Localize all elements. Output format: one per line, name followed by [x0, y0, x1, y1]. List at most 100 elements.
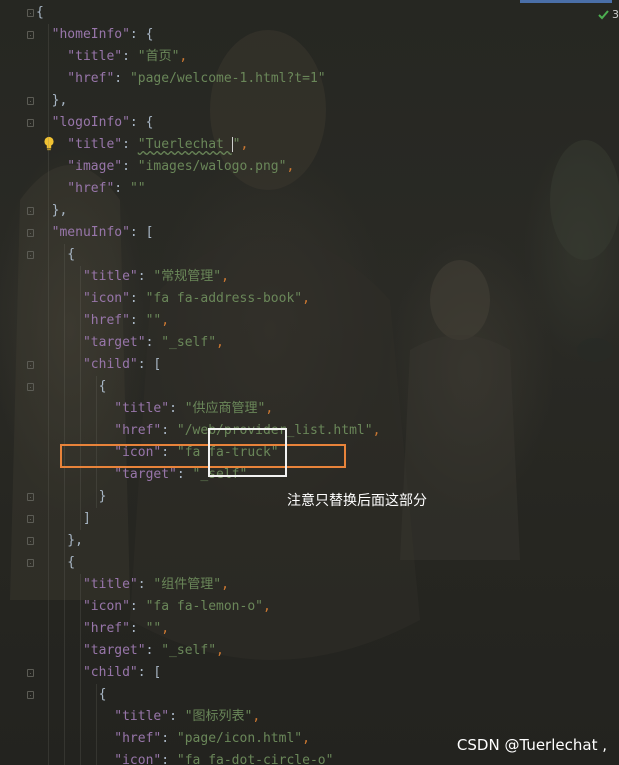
fold-marker-icon[interactable] [27, 361, 34, 369]
code-editor[interactable]: { "homeInfo": { "title": "首页", "href": "… [0, 0, 619, 765]
code-line[interactable]: "title": "常规管理", [36, 266, 229, 288]
json-punctuation: : [137, 269, 154, 284]
json-string: "组件管理" [153, 577, 222, 592]
json-key: "target" [36, 643, 146, 658]
code-line[interactable]: "child": [ [36, 662, 161, 684]
json-punctuation: { [36, 5, 44, 20]
json-key: "title" [36, 137, 123, 152]
json-punctuation: : [145, 643, 162, 658]
json-key: "target" [36, 335, 146, 350]
json-string: "常规管理" [153, 269, 222, 284]
fold-marker-icon[interactable] [27, 251, 34, 259]
json-key: "target" [36, 467, 177, 482]
code-line[interactable]: } [36, 486, 107, 508]
json-punctuation: : [169, 401, 185, 416]
fold-marker-icon[interactable] [27, 537, 34, 545]
json-punctuation: : [129, 291, 146, 306]
json-punctuation: , [252, 709, 261, 724]
code-line[interactable]: "icon": "fa fa-lemon-o", [36, 596, 271, 618]
code-line[interactable]: "logoInfo": { [36, 112, 154, 134]
json-punctuation: : [114, 181, 130, 196]
json-punctuation: { [36, 687, 107, 702]
json-punctuation: , [286, 159, 295, 174]
fold-marker-icon[interactable] [27, 669, 34, 677]
code-line[interactable]: "title": "Tuerlechat ", [36, 134, 248, 156]
json-key: "href" [36, 621, 130, 636]
json-punctuation: : [161, 731, 177, 746]
json-punctuation: : [169, 709, 185, 724]
json-punctuation: : [ [129, 225, 154, 240]
code-line[interactable]: "href": "page/icon.html", [36, 728, 310, 750]
fold-marker-icon[interactable] [27, 9, 34, 17]
json-punctuation: }, [36, 93, 68, 108]
json-key: "title" [36, 49, 123, 64]
json-punctuation: , [216, 643, 224, 658]
json-punctuation: : [122, 49, 138, 64]
fold-marker-icon[interactable] [27, 97, 34, 105]
json-punctuation: , [216, 335, 224, 350]
json-punctuation: } [36, 489, 107, 504]
fold-gutter [0, 0, 34, 765]
code-line[interactable]: "menuInfo": [ [36, 222, 154, 244]
json-string: "_self" [161, 643, 217, 658]
code-line[interactable]: "image": "images/walogo.png", [36, 156, 294, 178]
json-key: "title" [36, 577, 138, 592]
fold-marker-icon[interactable] [27, 559, 34, 567]
code-line[interactable]: "title": "组件管理", [36, 574, 229, 596]
fold-marker-icon[interactable] [27, 31, 34, 39]
code-line[interactable]: }, [36, 530, 83, 552]
json-punctuation: : { [129, 115, 154, 130]
code-line[interactable]: }, [36, 200, 68, 222]
code-line[interactable]: "icon": "fa fa-address-book", [36, 288, 310, 310]
json-key: "title" [36, 709, 170, 724]
inspection-widget[interactable]: 3 [598, 8, 619, 21]
json-key: "href" [36, 731, 162, 746]
code-line[interactable]: ] [36, 508, 91, 530]
json-punctuation: : [137, 577, 154, 592]
code-line[interactable]: "target": "_self", [36, 332, 224, 354]
code-line[interactable]: { [36, 376, 107, 398]
code-line[interactable]: "homeInfo": { [36, 24, 154, 46]
json-punctuation: , [372, 423, 381, 438]
json-punctuation: , [262, 599, 271, 614]
json-punctuation: , [161, 313, 170, 328]
code-line[interactable]: "title": "首页", [36, 46, 187, 68]
json-punctuation: { [36, 247, 76, 262]
json-punctuation: }, [36, 533, 83, 548]
fold-marker-icon[interactable] [27, 383, 34, 391]
json-key: "menuInfo" [36, 225, 130, 240]
code-line[interactable]: "href": "page/welcome-1.html?t=1" [36, 68, 325, 90]
json-punctuation: , [265, 401, 274, 416]
json-punctuation: }, [36, 203, 68, 218]
fold-marker-icon[interactable] [27, 207, 34, 215]
code-line[interactable]: "href": "", [36, 310, 169, 332]
json-punctuation: , [221, 269, 229, 284]
code-line[interactable]: "href": "", [36, 618, 169, 640]
fold-marker-icon[interactable] [27, 119, 34, 127]
fold-marker-icon[interactable] [27, 515, 34, 523]
json-punctuation: , [221, 577, 229, 592]
json-key: "child" [36, 357, 138, 372]
code-line[interactable]: "title": "图标列表", [36, 706, 260, 728]
json-string: "fa fa-lemon-o" [145, 599, 263, 614]
code-line[interactable]: "target": "_self", [36, 640, 224, 662]
code-line[interactable]: { [36, 244, 75, 266]
json-string: "" [129, 181, 146, 196]
code-line[interactable]: { [36, 2, 44, 24]
fold-marker-icon[interactable] [27, 229, 34, 237]
code-line[interactable]: "child": [ [36, 354, 161, 376]
code-line[interactable]: "href": "" [36, 178, 146, 200]
json-punctuation: : [145, 335, 162, 350]
fold-marker-icon[interactable] [27, 691, 34, 699]
code-line[interactable]: }, [36, 90, 68, 112]
code-line[interactable]: "icon": "fa fa-dot-circle-o" [36, 750, 333, 765]
code-line[interactable]: { [36, 552, 75, 574]
json-punctuation: : [122, 137, 138, 152]
json-key: "child" [36, 665, 138, 680]
inspection-count: 3 [612, 8, 619, 21]
json-key: "href" [36, 313, 130, 328]
code-line[interactable]: { [36, 684, 107, 706]
json-punctuation: : [ [137, 665, 162, 680]
code-line[interactable]: "title": "供应商管理", [36, 398, 273, 420]
fold-marker-icon[interactable] [27, 493, 34, 501]
